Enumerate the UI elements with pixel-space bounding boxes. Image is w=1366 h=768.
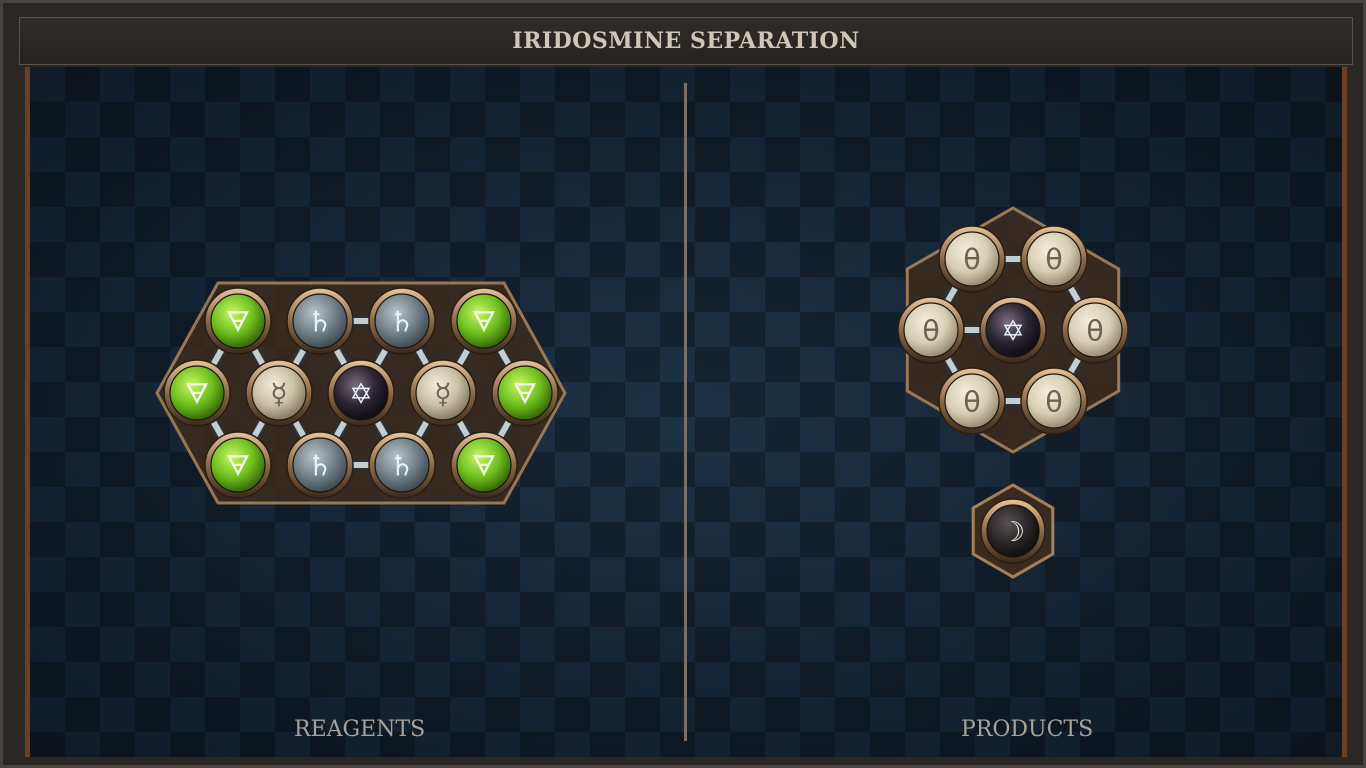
- atom-glyph: θ: [922, 314, 939, 347]
- atom-glyph: 🜃: [513, 377, 538, 410]
- atom-glyph: ☽: [1001, 517, 1025, 548]
- atom-earth[interactable]: 🜃: [204, 287, 272, 355]
- atom-salt[interactable]: θ: [938, 367, 1006, 435]
- atom-glyph: 🜃: [226, 305, 251, 338]
- atom-earth[interactable]: 🜃: [204, 431, 272, 499]
- products-label: PRODUCTS: [961, 717, 1094, 742]
- atom-glyph: θ: [963, 385, 980, 418]
- atom-earth[interactable]: 🜃: [491, 359, 559, 427]
- atom-lead[interactable]: ♄: [368, 431, 436, 499]
- panel-divider: [684, 83, 687, 741]
- atom-glyph: ✡: [349, 377, 373, 410]
- atom-lead[interactable]: ♄: [368, 287, 436, 355]
- atom-glyph: 🜃: [226, 449, 251, 482]
- product-molecule-ring[interactable]: θ θ θ ✡ θ θ θ: [883, 206, 1143, 454]
- atom-salt[interactable]: θ: [938, 225, 1006, 293]
- atom-glyph: ✡: [1001, 314, 1025, 347]
- atom-salt[interactable]: θ: [1020, 367, 1088, 435]
- atom-glyph: ☿: [434, 377, 451, 410]
- atom-glyph: θ: [1086, 314, 1103, 347]
- atom-quicksilver[interactable]: ☿: [245, 359, 313, 427]
- atom-salt[interactable]: θ: [1020, 225, 1088, 293]
- atom-glyph: ♄: [307, 305, 332, 338]
- reagents-label: REAGENTS: [294, 717, 426, 742]
- atom-earth[interactable]: 🜃: [450, 431, 518, 499]
- puzzle-title: IRIDOSMINE SEPARATION: [512, 28, 860, 54]
- atom-glyph: ☿: [270, 377, 287, 410]
- atom-lead[interactable]: ♄: [286, 287, 354, 355]
- atom-glyph: 🜃: [472, 449, 497, 482]
- atom-aether[interactable]: ✡: [327, 359, 395, 427]
- atom-earth[interactable]: 🜃: [163, 359, 231, 427]
- atom-glyph: ♄: [389, 449, 414, 482]
- game-frame: IRIDOSMINE SEPARATION REAGENTS PRODUCTS …: [0, 0, 1366, 768]
- atom-earth[interactable]: 🜃: [450, 287, 518, 355]
- atom-glyph: θ: [1045, 243, 1062, 276]
- product-molecule-single[interactable]: ☽: [968, 481, 1058, 581]
- atom-aether[interactable]: ✡: [979, 296, 1047, 364]
- reagent-molecule[interactable]: 🜃 ♄ ♄ 🜃 🜃 ☿ ✡ ☿ 🜃 🜃 ♄ ♄ 🜃: [153, 278, 573, 508]
- title-bar: IRIDOSMINE SEPARATION: [19, 17, 1353, 65]
- atom-salt[interactable]: θ: [1061, 296, 1129, 364]
- atom-glyph: θ: [963, 243, 980, 276]
- atom-glyph: 🜃: [185, 377, 210, 410]
- atom-quicksilver[interactable]: ☿: [409, 359, 477, 427]
- atom-moon[interactable]: ☽: [980, 498, 1046, 564]
- atom-glyph: θ: [1045, 385, 1062, 418]
- atom-glyph: ♄: [389, 305, 414, 338]
- atom-glyph: ♄: [307, 449, 332, 482]
- atom-lead[interactable]: ♄: [286, 431, 354, 499]
- atom-glyph: 🜃: [472, 305, 497, 338]
- atom-salt[interactable]: θ: [897, 296, 965, 364]
